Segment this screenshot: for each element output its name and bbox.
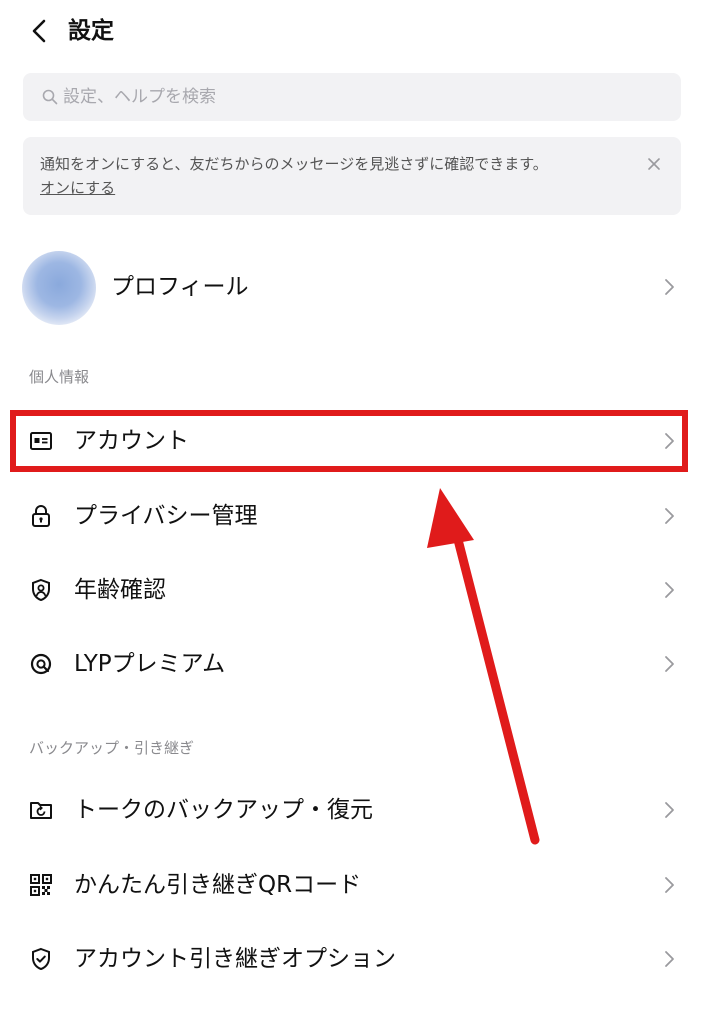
shield-check-icon [29, 947, 53, 971]
back-button[interactable] [22, 14, 56, 48]
close-icon [648, 158, 660, 170]
notification-banner-text: 通知をオンにすると、友だちからのメッセージを見逃さずに確認できます。 [40, 155, 548, 173]
chevron-right-icon [662, 579, 676, 601]
chevron-right-icon [662, 430, 676, 452]
chevron-right-icon [662, 276, 676, 298]
menu-item-account[interactable]: アカウント [0, 411, 704, 471]
menu-item-age-verification[interactable]: 年齢確認 [0, 560, 704, 620]
menu-item-account-label: アカウント [74, 428, 189, 454]
qr-code-icon [29, 873, 53, 897]
turn-on-notifications-link[interactable]: オンにする [40, 177, 115, 199]
chevron-left-icon [32, 19, 46, 43]
section-header-backup: バックアップ・引き継ぎ [29, 739, 195, 757]
menu-item-privacy[interactable]: プライバシー管理 [0, 486, 704, 546]
profile-row[interactable]: プロフィール [0, 248, 704, 326]
menu-item-lyp-premium-label: LYPプレミアム [74, 651, 226, 677]
search-icon [41, 88, 59, 106]
chevron-right-icon [662, 653, 676, 675]
search-input[interactable] [63, 77, 663, 117]
age-verification-icon [29, 578, 53, 602]
notice-close-button[interactable] [645, 155, 663, 173]
header: 設定 [0, 0, 704, 62]
notification-banner: 通知をオンにすると、友だちからのメッセージを見逃さずに確認できます。 オンにする [23, 137, 681, 215]
menu-item-privacy-label: プライバシー管理 [74, 503, 258, 529]
id-card-icon [29, 429, 53, 453]
chevron-right-icon [662, 874, 676, 896]
chevron-right-icon [662, 948, 676, 970]
profile-label: プロフィール [111, 274, 249, 300]
menu-item-qr-transfer[interactable]: かんたん引き継ぎQRコード [0, 855, 704, 915]
menu-item-qr-transfer-label: かんたん引き継ぎQRコード [74, 872, 362, 898]
section-header-personal-info: 個人情報 [29, 368, 90, 386]
avatar [22, 251, 96, 325]
menu-item-lyp-premium[interactable]: LYPプレミアム [0, 634, 704, 694]
backup-folder-icon [29, 798, 53, 822]
premium-icon [29, 652, 53, 676]
menu-item-transfer-options[interactable]: アカウント引き継ぎオプション [0, 929, 704, 989]
chevron-right-icon [662, 799, 676, 821]
page-title: 設定 [68, 18, 114, 44]
menu-item-chat-backup-label: トークのバックアップ・復元 [74, 797, 373, 823]
menu-item-age-verification-label: 年齢確認 [74, 577, 166, 603]
lock-icon [29, 504, 53, 528]
menu-item-chat-backup[interactable]: トークのバックアップ・復元 [0, 780, 704, 840]
menu-item-transfer-options-label: アカウント引き継ぎオプション [74, 946, 396, 972]
search-bar[interactable] [23, 73, 681, 121]
chevron-right-icon [662, 505, 676, 527]
